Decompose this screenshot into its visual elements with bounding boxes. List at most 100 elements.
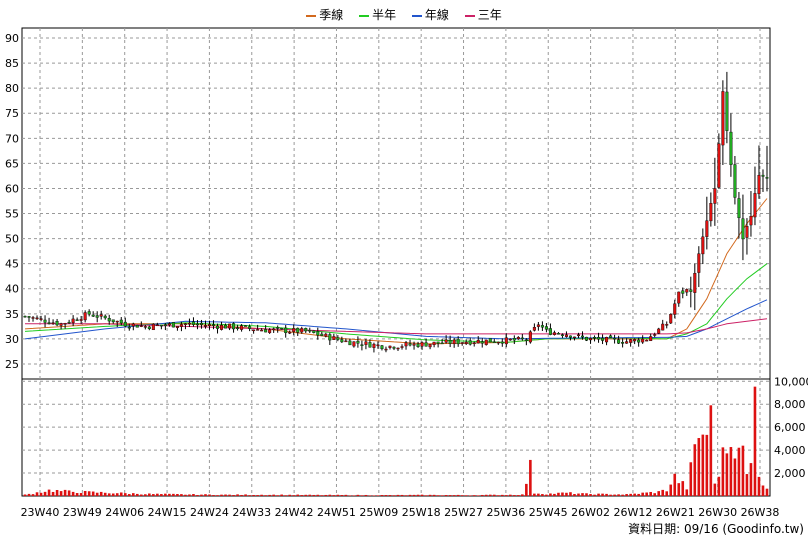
candle-body xyxy=(232,323,236,330)
candle-body xyxy=(31,317,35,319)
volume-bar xyxy=(27,493,31,496)
volume-bar xyxy=(444,495,448,496)
candle-body xyxy=(220,324,224,330)
volume-bar xyxy=(605,493,608,496)
volume-bar xyxy=(312,494,316,496)
volume-bar xyxy=(464,495,468,496)
volume-bar xyxy=(521,494,524,496)
volume-bar xyxy=(216,495,219,496)
volume-bar xyxy=(188,494,191,496)
candle-body xyxy=(328,334,332,341)
candle-body xyxy=(199,322,203,325)
volume-bar xyxy=(693,444,697,496)
candle-body xyxy=(484,339,488,345)
volume-bar xyxy=(212,495,215,496)
volume-bar xyxy=(561,492,564,496)
volume-bar xyxy=(653,493,656,496)
candle-body xyxy=(725,91,729,131)
candle-body xyxy=(155,324,159,327)
candle-body xyxy=(745,225,749,238)
candle-body xyxy=(35,317,39,320)
volume-bar xyxy=(529,459,532,496)
stock-chart: 23W40 23W49 24W06 24W15 24W24 24W33 24W42 24W51… xyxy=(5,27,808,519)
candle-body xyxy=(540,325,544,328)
volume-bar xyxy=(733,458,737,496)
volume-bar xyxy=(71,491,75,496)
volume-bar xyxy=(380,495,384,496)
candle-body xyxy=(348,340,352,346)
volume-bar xyxy=(51,491,55,496)
candle-body xyxy=(436,341,440,344)
candle-body xyxy=(344,340,348,343)
candle-body xyxy=(404,342,408,347)
volume-bar xyxy=(460,495,464,496)
price-tick-label: 30 xyxy=(5,333,19,346)
volume-bar xyxy=(681,481,685,496)
volume-bar xyxy=(420,494,424,496)
volume-bar xyxy=(621,494,624,496)
candle-body xyxy=(207,324,211,326)
x-tick-label: 24W15 xyxy=(148,506,187,519)
candle-body xyxy=(424,342,428,347)
volume-bar xyxy=(152,494,155,496)
volume-bar xyxy=(412,494,416,496)
x-tick-label: 26W30 xyxy=(698,506,737,519)
candle-body xyxy=(171,322,175,328)
candle-body xyxy=(452,339,456,345)
price-tick-label: 35 xyxy=(5,308,19,321)
candle-body xyxy=(175,326,179,328)
volume-bar xyxy=(292,495,296,496)
volume-bar xyxy=(737,447,741,496)
candle-body xyxy=(753,193,757,218)
volume-bar xyxy=(376,495,380,496)
volume-bar xyxy=(408,494,412,496)
price-tick-label: 25 xyxy=(5,358,19,371)
candle-body xyxy=(605,337,609,343)
candle-body xyxy=(71,318,75,324)
volume-bar xyxy=(204,494,207,496)
volume-bar xyxy=(757,476,761,496)
price-tick-label: 40 xyxy=(5,283,19,296)
x-tick-label: 24W33 xyxy=(232,506,271,519)
volume-bar xyxy=(468,495,472,496)
x-tick-label: 23W49 xyxy=(63,506,102,519)
candle-body xyxy=(244,325,248,327)
x-tick-label: 24W51 xyxy=(317,506,356,519)
candle-body xyxy=(621,342,625,344)
candle-body xyxy=(737,198,741,219)
candle-body xyxy=(360,344,364,346)
candle-body xyxy=(568,335,572,338)
price-tick-label: 70 xyxy=(5,132,19,145)
candle-body xyxy=(396,347,400,350)
volume-bar xyxy=(172,493,175,496)
candle-body xyxy=(139,325,143,327)
candle-body xyxy=(713,188,717,204)
volume-bar xyxy=(452,495,456,496)
candle-body xyxy=(576,334,580,337)
candle-body xyxy=(252,329,256,332)
volume-bar xyxy=(573,494,576,496)
volume-bar xyxy=(348,495,352,496)
volume-bar xyxy=(472,495,476,496)
candle-body xyxy=(717,143,721,188)
volume-bar xyxy=(59,491,63,496)
candle-body xyxy=(111,319,115,323)
volume-bar xyxy=(264,495,267,496)
volume-bar xyxy=(23,494,27,496)
candle-body xyxy=(300,328,304,333)
x-tick-label: 26W02 xyxy=(571,506,610,519)
candle-body xyxy=(468,340,472,345)
candle-body xyxy=(39,318,43,320)
candle-body xyxy=(440,342,444,345)
candle-body xyxy=(544,326,548,330)
candle-body xyxy=(163,324,167,326)
candle-body xyxy=(340,339,344,343)
volume-bar xyxy=(645,492,648,496)
price-tick-label: 60 xyxy=(5,182,19,195)
volume-bar xyxy=(517,495,520,496)
volume-bar xyxy=(136,493,139,496)
candle-body xyxy=(264,329,268,333)
price-tick-label: 55 xyxy=(5,208,19,221)
candle-body xyxy=(536,324,540,327)
volume-bar xyxy=(272,494,275,496)
